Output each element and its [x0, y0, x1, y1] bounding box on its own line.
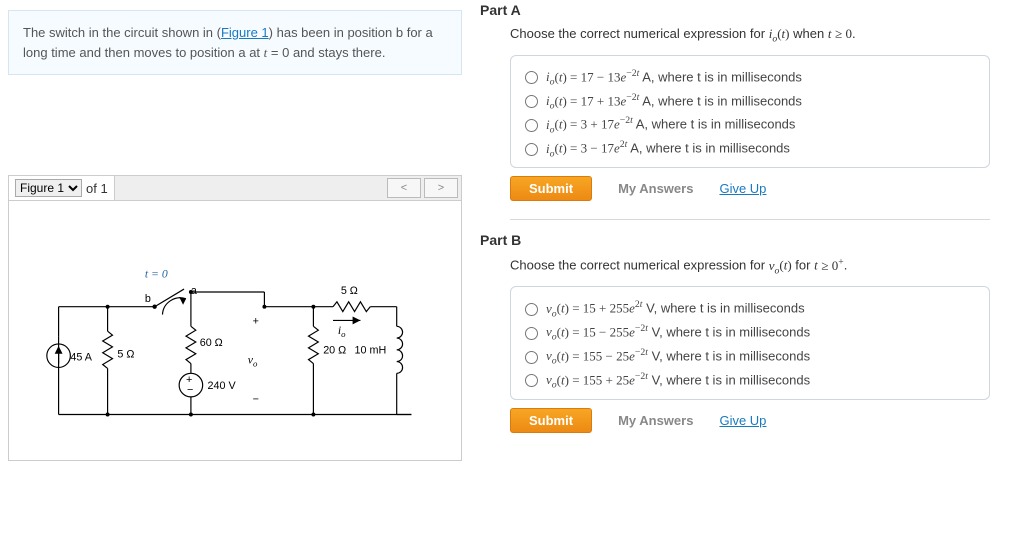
svg-text:b: b — [145, 292, 151, 304]
give-up-link[interactable]: Give Up — [719, 413, 766, 428]
submit-button[interactable]: Submit — [510, 408, 592, 433]
radio-input[interactable] — [525, 71, 538, 84]
my-answers-label: My Answers — [618, 413, 693, 428]
svg-text:5 Ω: 5 Ω — [117, 348, 134, 360]
svg-text:io: io — [338, 324, 346, 339]
option-math: vo(t) = 15 − 255e−2t V, where t is in mi… — [546, 323, 810, 343]
option-math: vo(t) = 15 + 255e2t V, where t is in mil… — [546, 299, 805, 319]
svg-text:vo: vo — [248, 353, 258, 368]
svg-text:t = 0: t = 0 — [145, 267, 168, 280]
option-math: io(t) = 17 − 13e−2t A, where t is in mil… — [546, 68, 802, 88]
svg-text:5 Ω: 5 Ω — [341, 284, 358, 296]
figure-toolbar: Figure 1 of 1 < > — [8, 175, 462, 201]
part-b-option-2[interactable]: vo(t) = 15 − 255e−2t V, where t is in mi… — [525, 321, 975, 345]
part-b-option-3[interactable]: vo(t) = 155 − 25e−2t V, where t is in mi… — [525, 345, 975, 369]
svg-text:+: + — [253, 315, 259, 327]
figure-tab: Figure 1 of 1 — [9, 176, 115, 200]
divider — [510, 219, 990, 220]
radio-input[interactable] — [525, 143, 538, 156]
option-math: vo(t) = 155 + 25e−2t V, where t is in mi… — [546, 371, 810, 391]
part-a-options: io(t) = 17 − 13e−2t A, where t is in mil… — [510, 55, 990, 169]
chevron-left-icon: < — [401, 182, 407, 194]
radio-input[interactable] — [525, 351, 538, 364]
part-b-options: vo(t) = 15 + 255e2t V, where t is in mil… — [510, 286, 990, 400]
part-a-option-4[interactable]: io(t) = 3 − 17e2t A, where t is in milli… — [525, 137, 975, 161]
option-math: io(t) = 3 − 17e2t A, where t is in milli… — [546, 139, 790, 159]
part-a-option-3[interactable]: io(t) = 3 + 17e−2t A, where t is in mill… — [525, 113, 975, 137]
part-b-option-1[interactable]: vo(t) = 15 + 255e2t V, where t is in mil… — [525, 297, 975, 321]
radio-input[interactable] — [525, 95, 538, 108]
circuit-diagram: .w{stroke:#000;stroke-width:1.2;fill:non… — [39, 246, 431, 436]
svg-text:20 Ω: 20 Ω — [323, 344, 346, 356]
stmt-tail: = 0 and stays there. — [267, 45, 385, 60]
radio-input[interactable] — [525, 374, 538, 387]
submit-button[interactable]: Submit — [510, 176, 592, 201]
my-answers-label: My Answers — [618, 181, 693, 196]
figure-next-button[interactable]: > — [424, 178, 458, 198]
part-a-heading: Part A — [480, 2, 1009, 18]
stmt-pre: The switch in the circuit shown in ( — [23, 25, 221, 40]
figure-pane: .w{stroke:#000;stroke-width:1.2;fill:non… — [8, 201, 462, 461]
figure-prev-button[interactable]: < — [387, 178, 421, 198]
part-b-heading: Part B — [480, 232, 1009, 248]
radio-input[interactable] — [525, 119, 538, 132]
radio-input[interactable] — [525, 327, 538, 340]
chevron-right-icon: > — [438, 182, 444, 194]
give-up-link[interactable]: Give Up — [719, 181, 766, 196]
svg-text:−: − — [253, 393, 259, 405]
svg-text:−: − — [187, 383, 193, 395]
figure-link[interactable]: Figure 1 — [221, 25, 269, 40]
svg-text:240 V: 240 V — [208, 380, 237, 392]
part-a-prompt: Choose the correct numerical expression … — [510, 26, 1009, 45]
figure-of: of 1 — [86, 181, 108, 196]
part-b-option-4[interactable]: vo(t) = 155 + 25e−2t V, where t is in mi… — [525, 369, 975, 393]
option-math: io(t) = 3 + 17e−2t A, where t is in mill… — [546, 115, 795, 135]
problem-statement: The switch in the circuit shown in (Figu… — [8, 10, 462, 75]
svg-text:10 mH: 10 mH — [355, 344, 387, 356]
figure-select[interactable]: Figure 1 — [15, 179, 82, 197]
radio-input[interactable] — [525, 303, 538, 316]
option-math: io(t) = 17 + 13e−2t A, where t is in mil… — [546, 92, 802, 112]
svg-text:45 A: 45 A — [70, 351, 92, 363]
part-b-prompt: Choose the correct numerical expression … — [510, 256, 1009, 276]
part-a-option-1[interactable]: io(t) = 17 − 13e−2t A, where t is in mil… — [525, 66, 975, 90]
svg-text:60 Ω: 60 Ω — [200, 336, 223, 348]
option-math: vo(t) = 155 − 25e−2t V, where t is in mi… — [546, 347, 810, 367]
part-a-option-2[interactable]: io(t) = 17 + 13e−2t A, where t is in mil… — [525, 90, 975, 114]
